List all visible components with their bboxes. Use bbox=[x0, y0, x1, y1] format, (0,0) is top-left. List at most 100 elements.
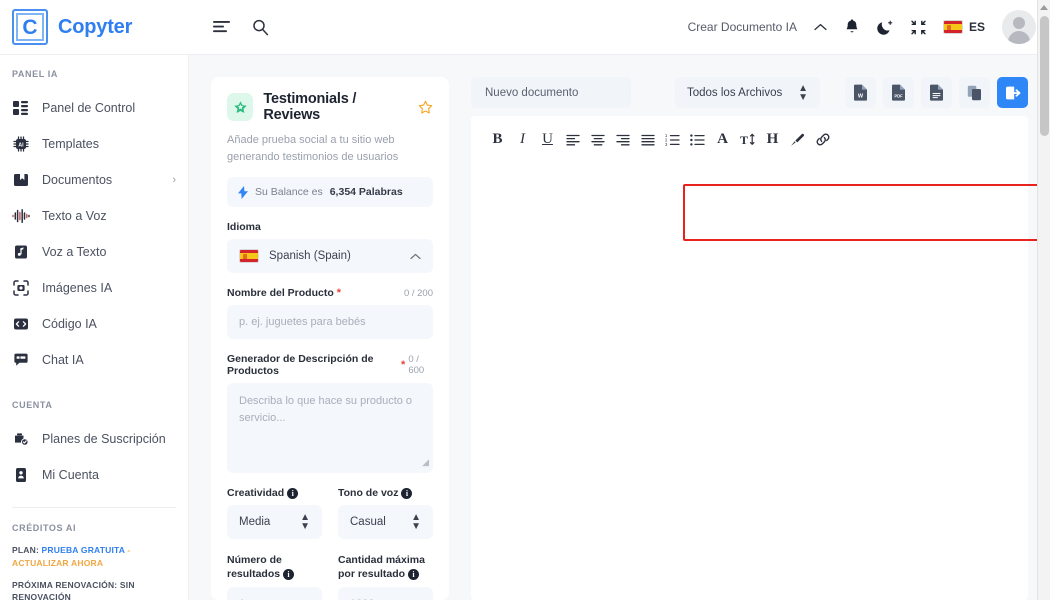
copy-button[interactable] bbox=[959, 77, 990, 108]
desc-label-text: Generador de Descripción de Productos bbox=[227, 353, 374, 378]
heading-button[interactable]: H bbox=[760, 126, 785, 154]
language-code: ES bbox=[968, 20, 985, 34]
tone-field-label: Tono de voz i bbox=[338, 487, 433, 499]
italic-button[interactable]: I bbox=[510, 126, 535, 154]
search-icon[interactable] bbox=[252, 19, 269, 36]
resize-grip-icon[interactable]: ◢ bbox=[422, 456, 429, 470]
bell-icon[interactable] bbox=[844, 18, 860, 36]
copy-icon bbox=[967, 85, 982, 101]
menu-align-icon[interactable] bbox=[213, 20, 230, 35]
tone-value: Casual bbox=[350, 516, 386, 529]
sidebar-item-voz-a-texto[interactable]: Voz a Texto bbox=[0, 234, 188, 270]
export-text-button[interactable] bbox=[921, 77, 952, 108]
save-export-icon bbox=[1005, 85, 1021, 101]
product-name-input[interactable]: p. ej. juguetes para bebés bbox=[227, 305, 433, 340]
file-filter-value: Todos los Archivos bbox=[687, 86, 783, 99]
sidebar-item-label: Mi Cuenta bbox=[42, 468, 99, 482]
align-right-button[interactable] bbox=[610, 126, 635, 154]
align-left-button[interactable] bbox=[560, 126, 585, 154]
svg-text:W: W bbox=[858, 94, 864, 100]
page-scrollbar[interactable] bbox=[1037, 0, 1050, 600]
balance-prefix: Su Balance es bbox=[255, 186, 323, 199]
link-button[interactable] bbox=[810, 126, 835, 154]
language-selector[interactable]: ES bbox=[942, 20, 985, 34]
ordered-list-button[interactable]: 123 bbox=[660, 126, 685, 154]
scroll-up-arrow-icon[interactable] bbox=[1040, 5, 1048, 10]
editor-panel: Nuevo documento Todos los Archivos ▲ ▼ W… bbox=[471, 77, 1028, 600]
sidebar-item-documentos[interactable]: Documentos › bbox=[0, 162, 188, 198]
results-count-input[interactable]: 1 bbox=[227, 587, 322, 600]
save-button[interactable] bbox=[997, 77, 1028, 108]
sidebar-item-label: Texto a Voz bbox=[42, 209, 107, 223]
tone-select[interactable]: Casual ▲ ▼ bbox=[338, 505, 433, 540]
sidebar-item-imagenes-ia[interactable]: Imágenes IA bbox=[0, 270, 188, 306]
ai-chip-icon: AI bbox=[12, 136, 30, 152]
info-icon[interactable]: i bbox=[287, 487, 299, 499]
sidebar-item-label: Código IA bbox=[42, 317, 97, 331]
balance-value: 6,354 Palabras bbox=[329, 186, 403, 199]
bold-button[interactable]: B bbox=[485, 126, 510, 154]
export-word-button[interactable]: W bbox=[845, 77, 876, 108]
editor-body: B I U 1 2 3 A T H bbox=[471, 116, 1028, 600]
brush-button[interactable] bbox=[785, 126, 810, 154]
info-icon[interactable]: i bbox=[408, 569, 420, 581]
avatar[interactable] bbox=[1002, 10, 1036, 44]
product-description-textarea[interactable]: Describa lo que hace su producto o servi… bbox=[227, 383, 433, 474]
align-justify-button[interactable] bbox=[635, 126, 660, 154]
language-select[interactable]: Spanish (Spain) bbox=[227, 239, 433, 274]
creativity-field-label: Creatividad i bbox=[227, 487, 322, 499]
file-filter-select[interactable]: Todos los Archivos ▲ ▼ bbox=[675, 77, 820, 108]
max-length-input[interactable]: 1000 bbox=[338, 587, 433, 600]
export-pdf-button[interactable]: PDF bbox=[883, 77, 914, 108]
compress-icon[interactable] bbox=[911, 20, 926, 35]
info-icon[interactable]: i bbox=[401, 487, 413, 499]
sidebar-item-planes-de-suscripcion[interactable]: Planes de Suscripción bbox=[0, 421, 188, 457]
spain-flag-icon bbox=[239, 249, 259, 264]
sidebar-section-account: CUENTA bbox=[12, 400, 53, 410]
font-size-button[interactable]: T bbox=[735, 126, 760, 154]
required-marker: * bbox=[401, 359, 406, 372]
document-name-input[interactable]: Nuevo documento bbox=[471, 77, 631, 108]
scrollbar-thumb[interactable] bbox=[1040, 16, 1049, 136]
sidebar-item-texto-a-voz[interactable]: Texto a Voz bbox=[0, 198, 188, 234]
template-description: Añade prueba social a tu sitio web gener… bbox=[227, 134, 399, 164]
results-count-field-label: Número de resultados i bbox=[227, 553, 322, 581]
unordered-list-button[interactable] bbox=[685, 126, 710, 154]
tone-label-text: Tono de voz bbox=[338, 487, 399, 500]
chevron-up-icon[interactable] bbox=[814, 23, 827, 32]
language-field-label: Idioma bbox=[227, 221, 433, 233]
plan-separator: - bbox=[127, 545, 131, 555]
desc-char-counter: 0 / 600 bbox=[408, 354, 425, 377]
font-color-button[interactable]: A bbox=[710, 126, 735, 154]
align-center-button[interactable] bbox=[585, 126, 610, 154]
stepper-icon: ▲ ▼ bbox=[798, 82, 808, 103]
sidebar-item-templates[interactable]: AI Templates bbox=[0, 126, 188, 162]
brand-logo[interactable]: C Copyter bbox=[0, 9, 189, 45]
sidebar-item-mi-cuenta[interactable]: Mi Cuenta bbox=[0, 457, 188, 493]
moon-icon[interactable] bbox=[877, 19, 894, 36]
green-star-icon bbox=[227, 93, 254, 121]
language-selected-value: Spanish (Spain) bbox=[269, 250, 351, 263]
spain-flag-icon bbox=[942, 20, 963, 34]
sidebar-item-chat-ia[interactable]: Chat IA bbox=[0, 342, 188, 378]
favorite-star-icon[interactable] bbox=[418, 100, 433, 115]
creativity-select[interactable]: Media ▲ ▼ bbox=[227, 505, 322, 540]
sidebar-item-codigo-ia[interactable]: Código IA bbox=[0, 306, 188, 342]
logo-letter: C bbox=[22, 15, 38, 39]
plan-upgrade-link[interactable]: ACTUALIZAR AHORA bbox=[12, 558, 103, 568]
template-form-card: Testimonials / Reviews Añade prueba soci… bbox=[211, 77, 449, 600]
sidebar-item-label: Voz a Texto bbox=[42, 245, 107, 259]
underline-button[interactable]: U bbox=[535, 126, 560, 154]
sidebar-item-panel-de-control[interactable]: Panel de Control bbox=[0, 90, 188, 126]
sidebar-item-label: Imágenes IA bbox=[42, 281, 113, 295]
brand-name: Copyter bbox=[58, 15, 133, 38]
product-description-field-label: Generador de Descripción de Productos * … bbox=[227, 353, 433, 377]
product-label-text: Nombre del Producto bbox=[227, 287, 334, 300]
balance-banner: Su Balance es 6,354 Palabras bbox=[227, 177, 433, 208]
sidebar-item-label: Planes de Suscripción bbox=[42, 432, 166, 446]
stepper-icon: ▲ ▼ bbox=[300, 512, 310, 533]
sidebar-item-label: Chat IA bbox=[42, 353, 84, 367]
info-icon[interactable]: i bbox=[283, 569, 295, 581]
create-document-label[interactable]: Crear Documento IA bbox=[688, 20, 797, 34]
desc-placeholder-text: Describa lo que hace su producto o servi… bbox=[239, 395, 413, 425]
